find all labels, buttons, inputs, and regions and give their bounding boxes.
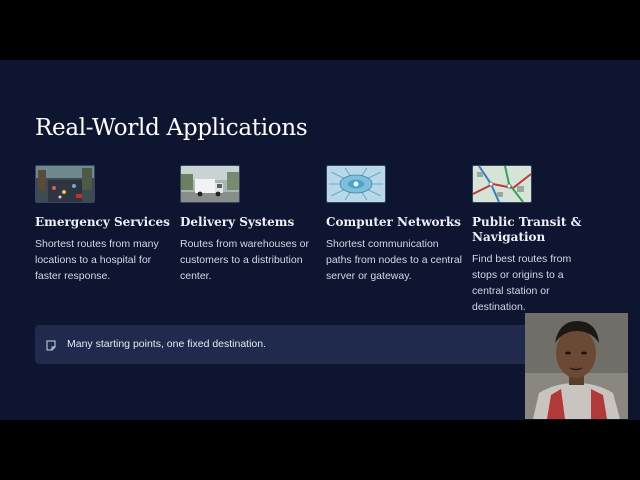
delivery-truck-image (180, 165, 240, 203)
card-title: Computer Networks (326, 215, 461, 229)
presenter-webcam (525, 313, 628, 419)
card-title: Delivery Systems (180, 215, 295, 229)
card-description: Shortest communication paths from nodes … (326, 238, 462, 282)
note-icon (46, 338, 56, 356)
card-public-transit: Public Transit & Navigation Find best ro… (472, 165, 592, 315)
card-title: Public Transit & Navigation (472, 215, 582, 244)
card-emergency-services: Emergency Services Shortest routes from … (35, 165, 175, 284)
callout-text: Many starting points, one fixed destinat… (67, 338, 267, 350)
callout-box: Many starting points, one fixed destinat… (35, 325, 595, 364)
slide-title: Real-World Applications (35, 115, 308, 141)
card-description: Routes from warehouses or customers to a… (180, 238, 309, 282)
card-computer-networks: Computer Networks Shortest communication… (326, 165, 466, 284)
transit-map-image (472, 165, 532, 203)
card-title: Emergency Services (35, 215, 170, 229)
card-delivery-systems: Delivery Systems Routes from warehouses … (180, 165, 320, 284)
card-description: Find best routes from stops or origins t… (472, 253, 572, 313)
card-description: Shortest routes from many locations to a… (35, 238, 159, 282)
network-hub-image (326, 165, 386, 203)
city-traffic-image (35, 165, 95, 203)
